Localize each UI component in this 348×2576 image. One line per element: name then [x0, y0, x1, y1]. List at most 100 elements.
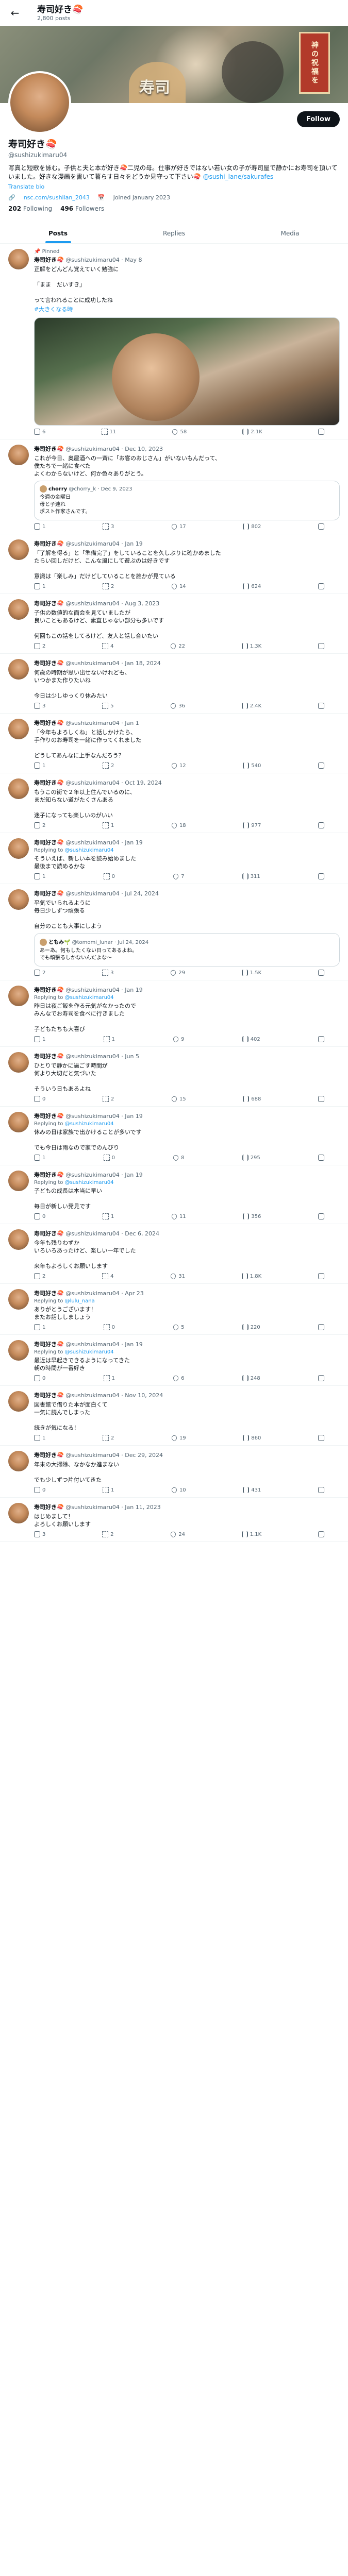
- tweet-avatar[interactable]: [8, 778, 29, 799]
- like-button[interactable]: 29: [170, 969, 185, 977]
- repost-button[interactable]: 1: [102, 1487, 114, 1493]
- tweet-author[interactable]: 寿司好き🍣: [34, 1230, 64, 1237]
- reply-button[interactable]: 1: [34, 1435, 45, 1441]
- tweet-avatar[interactable]: [8, 719, 29, 739]
- tweet-avatar[interactable]: [8, 1112, 29, 1132]
- views-button[interactable]: 688: [243, 1096, 261, 1102]
- like-button[interactable]: 7: [172, 872, 185, 880]
- share-button[interactable]: [318, 1155, 324, 1161]
- views-button[interactable]: 2.1K: [242, 429, 262, 435]
- bio-link[interactable]: @sushi_lane/sakurafes: [203, 173, 274, 180]
- views-button[interactable]: 1.8K: [241, 1273, 261, 1279]
- tweet[interactable]: 寿司好き🍣 @sushizukimaru04 · Jun 5 ひとりで静かに過ごす…: [0, 1047, 348, 1107]
- tweet-author[interactable]: 寿司好き🍣: [34, 1504, 64, 1511]
- share-button[interactable]: [318, 873, 324, 879]
- like-button[interactable]: 19: [170, 1434, 186, 1442]
- repost-button[interactable]: 3: [102, 523, 114, 530]
- tab-replies[interactable]: Replies: [116, 223, 232, 243]
- tweet[interactable]: 寿司好き🍣 @sushizukimaru04 · Apr 23 Replying …: [0, 1284, 348, 1335]
- tab-media[interactable]: Media: [232, 223, 348, 243]
- views-button[interactable]: 624: [243, 583, 261, 589]
- repost-button[interactable]: 0: [103, 873, 115, 879]
- tweet-author[interactable]: 寿司好き🍣: [34, 600, 64, 607]
- tweet-avatar[interactable]: [8, 539, 29, 560]
- share-button[interactable]: [318, 1273, 324, 1279]
- reply-button[interactable]: 1: [34, 1324, 45, 1330]
- replying-handle[interactable]: @sushizukimaru04: [65, 1121, 114, 1127]
- like-button[interactable]: 31: [170, 1272, 185, 1280]
- repost-button[interactable]: 3: [102, 970, 114, 976]
- translate-bio-link[interactable]: Translate bio: [8, 183, 340, 190]
- tweet-avatar[interactable]: [8, 249, 29, 269]
- views-button[interactable]: 860: [243, 1435, 261, 1441]
- repost-button[interactable]: 1: [102, 822, 114, 828]
- like-button[interactable]: 10: [170, 1486, 186, 1494]
- repost-button[interactable]: 2: [102, 762, 114, 769]
- repost-button[interactable]: 1: [102, 1213, 114, 1219]
- like-button[interactable]: 36: [170, 702, 185, 710]
- reply-button[interactable]: 0: [34, 1487, 45, 1493]
- like-button[interactable]: 14: [170, 582, 186, 590]
- views-button[interactable]: 356: [243, 1213, 261, 1219]
- tweet-hashtag[interactable]: #大きくなる時: [34, 306, 340, 313]
- tweet-author[interactable]: 寿司好き🍣: [34, 257, 64, 263]
- share-button[interactable]: [318, 1324, 324, 1330]
- tweet[interactable]: 寿司好き🍣 @sushizukimaru04 · Dec 6, 2024 今年も残…: [0, 1224, 348, 1284]
- tweet-avatar[interactable]: [8, 445, 29, 465]
- share-button[interactable]: [318, 1435, 324, 1441]
- tweet-media-image[interactable]: [34, 317, 340, 426]
- reply-button[interactable]: 1: [34, 1036, 45, 1042]
- tweet[interactable]: 寿司好き🍣 @sushizukimaru04 · Jan 1 「今年もよろしくね」…: [0, 714, 348, 773]
- reply-button[interactable]: 0: [34, 1375, 45, 1381]
- views-button[interactable]: 431: [243, 1487, 261, 1493]
- share-button[interactable]: [318, 762, 324, 769]
- reply-button[interactable]: 3: [34, 1531, 45, 1537]
- replying-handle[interactable]: @sushizukimaru04: [65, 1180, 114, 1185]
- reply-button[interactable]: 1: [34, 873, 45, 879]
- profile-website[interactable]: nsc.com/sushilan_2043: [24, 194, 90, 201]
- tweet-avatar[interactable]: [8, 659, 29, 680]
- repost-button[interactable]: 5: [102, 703, 114, 709]
- like-button[interactable]: 17: [170, 522, 186, 531]
- repost-button[interactable]: 1: [103, 1375, 115, 1381]
- profile-avatar[interactable]: [8, 71, 71, 134]
- reply-button[interactable]: 0: [34, 1213, 45, 1219]
- tweet-author[interactable]: 寿司好き🍣: [34, 660, 64, 667]
- share-button[interactable]: [318, 1096, 324, 1102]
- replying-handle[interactable]: @sushizukimaru04: [65, 848, 114, 853]
- reply-button[interactable]: 1: [34, 583, 45, 589]
- share-button[interactable]: [318, 1487, 324, 1493]
- reply-button[interactable]: 1: [34, 762, 45, 769]
- like-button[interactable]: 6: [172, 1374, 185, 1382]
- tweet-author[interactable]: 寿司好き🍣: [34, 839, 64, 846]
- reply-button[interactable]: 0: [34, 1096, 45, 1102]
- tweet-author[interactable]: 寿司好き🍣: [34, 1113, 64, 1120]
- views-button[interactable]: 802: [243, 523, 261, 530]
- tweet[interactable]: 寿司好き🍣 @sushizukimaru04 · Jan 19 Replying …: [0, 1165, 348, 1224]
- views-button[interactable]: 402: [242, 1036, 260, 1042]
- repost-button[interactable]: 0: [103, 1155, 115, 1161]
- views-button[interactable]: 1.1K: [241, 1531, 261, 1537]
- views-button[interactable]: 295: [242, 1155, 260, 1161]
- repost-button[interactable]: 4: [102, 643, 114, 649]
- tweet-avatar[interactable]: [8, 1052, 29, 1073]
- reply-button[interactable]: 3: [34, 703, 45, 709]
- share-button[interactable]: [318, 970, 324, 976]
- like-button[interactable]: 15: [170, 1095, 186, 1103]
- tweet-author[interactable]: 寿司好き🍣: [34, 1452, 64, 1459]
- like-button[interactable]: 8: [172, 1154, 185, 1162]
- views-button[interactable]: 977: [243, 822, 261, 828]
- views-button[interactable]: 248: [242, 1375, 260, 1381]
- share-button[interactable]: [318, 1531, 324, 1537]
- views-button[interactable]: 540: [243, 762, 261, 769]
- tweet-avatar[interactable]: [8, 838, 29, 859]
- like-button[interactable]: 22: [170, 642, 185, 650]
- share-button[interactable]: [318, 429, 324, 435]
- repost-button[interactable]: 2: [102, 1531, 114, 1537]
- tab-posts[interactable]: Posts: [0, 223, 116, 243]
- replying-handle[interactable]: @sushizukimaru04: [65, 1349, 114, 1355]
- tweet-avatar[interactable]: [8, 599, 29, 620]
- tweet[interactable]: 寿司好き🍣 @sushizukimaru04 · Jan 19 Replying …: [0, 833, 348, 884]
- tweet[interactable]: 寿司好き🍣 @sushizukimaru04 · Jan 18, 2024 何歳の…: [0, 654, 348, 714]
- followers-stat[interactable]: 496 Followers: [60, 205, 104, 212]
